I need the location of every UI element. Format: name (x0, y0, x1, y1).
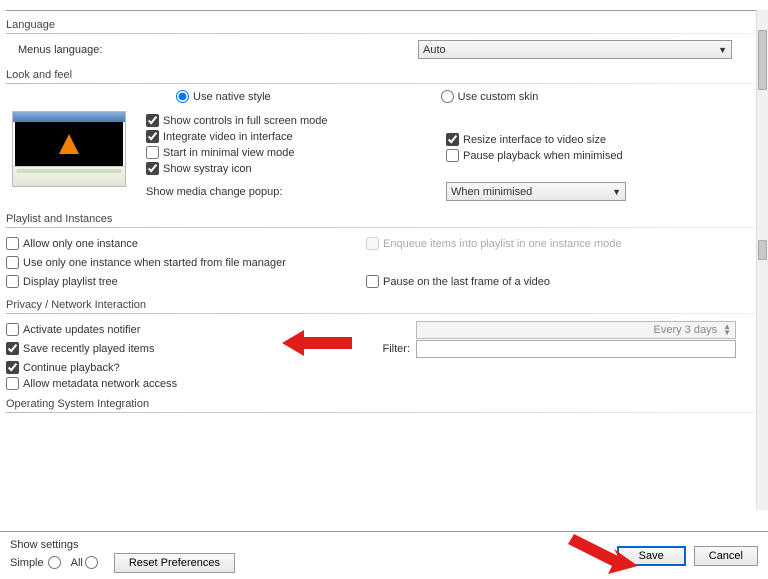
media-change-select[interactable]: When minimised ▼ (446, 182, 626, 201)
section-os: Operating System Integration (6, 398, 758, 410)
check-allow-one-instance[interactable]: Allow only one instance (6, 237, 366, 250)
check-allow-metadata[interactable]: Allow metadata network access (6, 377, 758, 390)
media-change-label: Show media change popup: (146, 186, 446, 198)
section-playlist: Playlist and Instances (6, 213, 758, 225)
chevron-down-icon: ▼ (612, 187, 621, 197)
check-show-systray[interactable]: Show systray icon (146, 162, 446, 175)
save-button[interactable]: Save (617, 546, 686, 566)
chevron-down-icon: ▼ (718, 45, 727, 55)
section-privacy: Privacy / Network Interaction (6, 299, 758, 311)
filter-label: Filter: (366, 343, 416, 355)
menus-language-select[interactable]: Auto ▼ (418, 40, 732, 59)
check-enqueue-one-instance: Enqueue items into playlist in one insta… (366, 237, 621, 250)
radio-all[interactable]: All (71, 556, 98, 569)
section-lookfeel: Look and feel (6, 69, 758, 81)
preview-thumbnail (12, 111, 126, 187)
preferences-panel: Language Menus language: Auto ▼ Look and… (0, 0, 768, 524)
cancel-button[interactable]: Cancel (694, 546, 758, 566)
section-language: Language (6, 19, 758, 31)
reset-preferences-button[interactable]: Reset Preferences (114, 553, 235, 573)
check-continue-playback[interactable]: Continue playback? (6, 361, 758, 374)
check-pause-last-frame[interactable]: Pause on the last frame of a video (366, 275, 550, 288)
update-interval-spinner[interactable]: Every 3 days ▲▼ (416, 321, 736, 339)
radio-custom-skin[interactable]: Use custom skin (441, 90, 539, 103)
check-integrate-video[interactable]: Integrate video in interface (146, 130, 446, 143)
filter-input[interactable] (416, 340, 736, 358)
check-save-recent[interactable]: Save recently played items (6, 342, 366, 355)
check-show-controls-fs[interactable]: Show controls in full screen mode (146, 114, 446, 127)
radio-custom-label: Use custom skin (458, 91, 539, 103)
check-use-one-instance-fm[interactable]: Use only one instance when started from … (6, 256, 758, 269)
radio-native-style[interactable]: Use native style (176, 90, 271, 103)
vlc-cone-icon (59, 134, 79, 154)
radio-native-input[interactable] (176, 90, 189, 103)
check-resize-interface[interactable]: Resize interface to video size (446, 133, 623, 146)
show-settings-label: Show settings (10, 539, 235, 551)
menus-language-label: Menus language: (18, 44, 418, 56)
radio-native-label: Use native style (193, 91, 271, 103)
top-divider (6, 10, 758, 11)
divider (6, 412, 758, 413)
check-start-minimal[interactable]: Start in minimal view mode (146, 146, 446, 159)
footer-bar: Show settings Simple All Reset Preferenc… (0, 531, 768, 579)
spinner-arrows-icon[interactable]: ▲▼ (723, 324, 731, 336)
vertical-scrollbar[interactable] (756, 10, 768, 510)
check-display-playlist-tree[interactable]: Display playlist tree (6, 275, 366, 288)
divider (6, 313, 758, 314)
divider (6, 33, 758, 34)
divider (6, 83, 758, 84)
divider (6, 227, 758, 228)
radio-custom-input[interactable] (441, 90, 454, 103)
check-pause-minimised[interactable]: Pause playback when minimised (446, 149, 623, 162)
radio-simple[interactable]: Simple (10, 556, 61, 569)
menus-language-value: Auto (423, 44, 446, 56)
check-activate-updates[interactable]: Activate updates notifier (6, 323, 416, 336)
